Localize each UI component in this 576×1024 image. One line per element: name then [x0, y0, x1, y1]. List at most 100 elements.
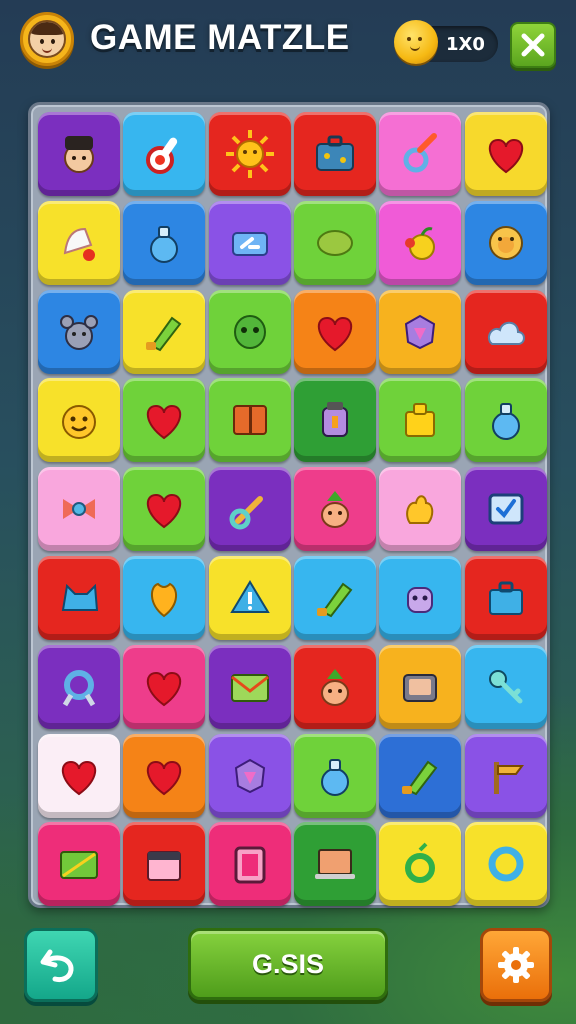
warning-icon [229, 580, 270, 613]
tile-bag[interactable] [464, 556, 547, 640]
tile-face[interactable] [464, 200, 547, 285]
brush-icon [402, 760, 438, 795]
tile-heart[interactable] [464, 112, 547, 196]
tile-potion[interactable] [464, 378, 547, 463]
note-icon [60, 851, 98, 880]
tile-key[interactable] [464, 644, 547, 729]
tile-wrench[interactable] [208, 467, 291, 552]
tile-fruit[interactable] [379, 200, 462, 285]
tile-cloud[interactable] [464, 289, 547, 374]
thermometer-icon [146, 137, 178, 174]
person-icon [64, 136, 94, 173]
tile-jar[interactable] [293, 378, 376, 463]
tv-icon [403, 673, 438, 702]
potion-icon [491, 403, 520, 441]
potion-icon [150, 225, 179, 263]
tile-person[interactable] [38, 112, 120, 196]
tile-pin[interactable] [379, 112, 462, 196]
tile-potion[interactable] [293, 733, 376, 818]
tile-board [28, 102, 550, 908]
tile-heart[interactable] [123, 467, 206, 552]
frame-icon [234, 846, 266, 884]
bell-icon [63, 227, 95, 261]
tile-suitcase[interactable] [293, 112, 376, 196]
heart-icon [61, 760, 97, 795]
tile-sign[interactable] [464, 733, 547, 818]
tile-heart[interactable] [38, 733, 120, 818]
calendar-icon [147, 851, 182, 882]
tile-bow[interactable] [38, 467, 120, 552]
medal-icon [62, 669, 96, 707]
cloud-icon [487, 321, 525, 345]
main-action-button[interactable]: G.SIS [188, 928, 388, 1000]
tile-calendar[interactable] [123, 822, 206, 907]
undo-arrow-icon [40, 949, 74, 983]
suitcase-icon [315, 135, 354, 171]
tile-lemon[interactable] [293, 200, 376, 285]
coin-count: 1X0 [446, 34, 485, 55]
brush-icon [146, 316, 182, 351]
tile-cassette[interactable] [208, 200, 291, 285]
check-icon [488, 493, 523, 525]
tile-brush[interactable] [293, 556, 376, 640]
tile-smile[interactable] [38, 378, 120, 463]
tile-mail[interactable] [208, 644, 291, 729]
cassette-icon [231, 231, 268, 256]
settings-button[interactable] [480, 928, 552, 1002]
face-icon [488, 225, 523, 260]
tile-sun[interactable] [208, 112, 291, 196]
tile-thermometer[interactable] [123, 112, 206, 196]
potion-icon [320, 758, 349, 796]
tile-heart[interactable] [123, 733, 206, 818]
tile-pineapple[interactable] [293, 467, 376, 552]
heart-icon [147, 494, 182, 529]
tile-donut[interactable] [464, 822, 547, 907]
tile-brush[interactable] [123, 289, 206, 374]
smiley-coin-icon [394, 20, 438, 64]
tile-potion[interactable] [123, 200, 206, 285]
tile-book[interactable] [208, 378, 291, 463]
cat-icon [61, 583, 99, 611]
tile-laptop[interactable] [293, 822, 376, 907]
brush-icon [316, 582, 353, 618]
boy-avatar-icon[interactable] [20, 12, 74, 66]
jar-icon [321, 402, 348, 438]
sun-icon [225, 130, 274, 178]
heart-icon [147, 760, 182, 795]
robot-icon [407, 587, 434, 613]
undo-button[interactable] [24, 928, 98, 1002]
tile-gem[interactable] [379, 289, 462, 374]
tile-ring[interactable] [379, 822, 462, 907]
close-button[interactable] [510, 22, 556, 68]
wrench-icon [229, 496, 263, 530]
tile-brush[interactable] [379, 733, 462, 818]
tile-tv[interactable] [379, 644, 462, 729]
tile-box[interactable] [379, 378, 462, 463]
tile-check[interactable] [464, 467, 547, 552]
tile-heart[interactable] [293, 289, 376, 374]
pineapple-icon [320, 668, 349, 706]
main-action-label: G.SIS [251, 948, 325, 979]
tile-bell[interactable] [38, 200, 120, 285]
tile-pineapple[interactable] [293, 644, 376, 729]
tile-frame[interactable] [208, 822, 291, 907]
tile-heart[interactable] [123, 644, 206, 729]
ring-icon [405, 842, 436, 884]
gem-icon [405, 314, 436, 349]
tile-alien[interactable] [208, 289, 291, 374]
tile-cat[interactable] [38, 556, 120, 640]
tile-note[interactable] [38, 822, 120, 907]
tile-hand[interactable] [379, 467, 462, 552]
tile-warning[interactable] [208, 556, 291, 640]
tile-heart[interactable] [123, 378, 206, 463]
tile-mouse[interactable] [38, 289, 120, 374]
smile-icon [62, 405, 96, 440]
gear-icon [498, 947, 534, 983]
tile-medal[interactable] [38, 644, 120, 729]
alien-icon [233, 314, 266, 349]
donut-icon [488, 846, 523, 882]
tile-leaf[interactable] [123, 556, 206, 640]
mail-icon [230, 673, 269, 702]
tile-robot[interactable] [379, 556, 462, 640]
tile-gem[interactable] [208, 733, 291, 818]
